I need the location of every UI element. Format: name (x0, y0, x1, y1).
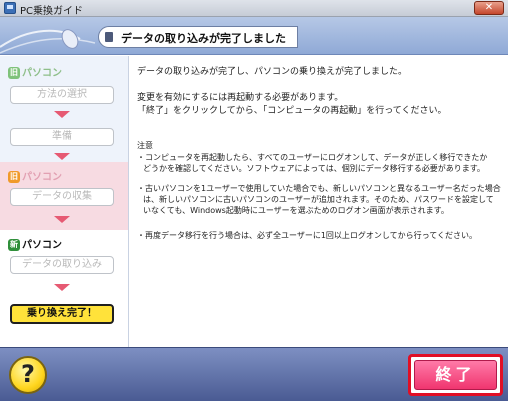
footer-bar: ? 終了 (0, 347, 508, 401)
note-3: ・再度データ移行を行う場合は、必ず全ユーザーに1回以上ログオンしてから行ってくだ… (137, 231, 478, 240)
arrow-down-icon (54, 111, 70, 118)
app-icon (4, 2, 16, 14)
restart-required-message: 変更を有効にするには再起動する必要があります。 (137, 93, 344, 103)
title-bar: PC乗換ガイド ✕ (0, 0, 508, 17)
arrow-down-icon (54, 284, 70, 291)
header-title-tab: データの取り込みが完了しました (98, 26, 298, 48)
sidebar-old-pc-section: 旧パソコン 方法の選択 準備 (0, 56, 128, 162)
sidebar: 旧パソコン 方法の選択 準備 旧パソコン データの収集 新パソコン データの取り… (0, 56, 128, 347)
note-1-line-2: どうかを確認してください。ソフトウェアによっては、個別にデータ移行する必要があり… (143, 164, 485, 173)
note-2-line-2: は、新しいパソコンに古いパソコンのユーザーが追加されます。そのため、パスワードを… (143, 195, 494, 204)
page-title: データの取り込みが完了しました (121, 32, 286, 45)
mid-pc-badge-icon: 旧 (8, 171, 20, 183)
help-button[interactable]: ? (9, 356, 47, 394)
finish-button[interactable]: 終了 (414, 360, 497, 390)
arrow-down-icon (54, 216, 70, 223)
new-pc-heading: 新パソコン (8, 236, 62, 251)
mid-pc-label: パソコン (22, 172, 62, 183)
new-pc-badge-icon: 新 (8, 239, 20, 251)
new-pc-label: パソコン (22, 240, 62, 251)
step-data-import: データの取り込み (10, 256, 114, 274)
old-pc-badge-icon: 旧 (8, 67, 20, 79)
step-method-selection: 方法の選択 (10, 86, 114, 104)
completion-message: データの取り込みが完了し、パソコンの乗り換えが完了しました。 (137, 67, 408, 77)
step-preparation: 準備 (10, 128, 114, 146)
close-button[interactable]: ✕ (474, 1, 504, 15)
old-pc-heading: 旧パソコン (8, 64, 62, 79)
sidebar-mid-pc-section: 旧パソコン データの収集 (0, 162, 128, 230)
migration-complete-badge: 乗り換え完了！ (10, 304, 114, 324)
restart-instruction: 「終了」をクリックしてから、「コンピュータの再起動」を行ってください。 (137, 106, 447, 116)
finish-button-highlight[interactable]: 終了 (408, 354, 503, 396)
note-2-line-1: ・古いパソコンを1ユーザーで使用していた場合でも、新しいパソコンと異なるユーザー… (137, 184, 501, 193)
arrow-down-icon (54, 153, 70, 160)
mid-pc-heading: 旧パソコン (8, 168, 62, 183)
window-title: PC乗換ガイド (20, 6, 84, 17)
step-data-collection: データの収集 (10, 188, 114, 206)
note-2-line-3: いなくても、Windows起動時にユーザーを選ぶためのログオン画面が表示されます… (143, 206, 449, 215)
old-pc-label: パソコン (22, 68, 62, 79)
main-content: データの取り込みが完了し、パソコンの乗り換えが完了しました。 変更を有効にするに… (128, 56, 508, 347)
note-title: 注意 (137, 141, 153, 150)
header-band: データの取り込みが完了しました (0, 17, 508, 55)
note-1-line-1: ・コンピュータを再起動したら、すべてのユーザーにログオンして、データが正しく移行… (137, 153, 488, 162)
sidebar-new-pc-section: 新パソコン データの取り込み (0, 230, 128, 347)
